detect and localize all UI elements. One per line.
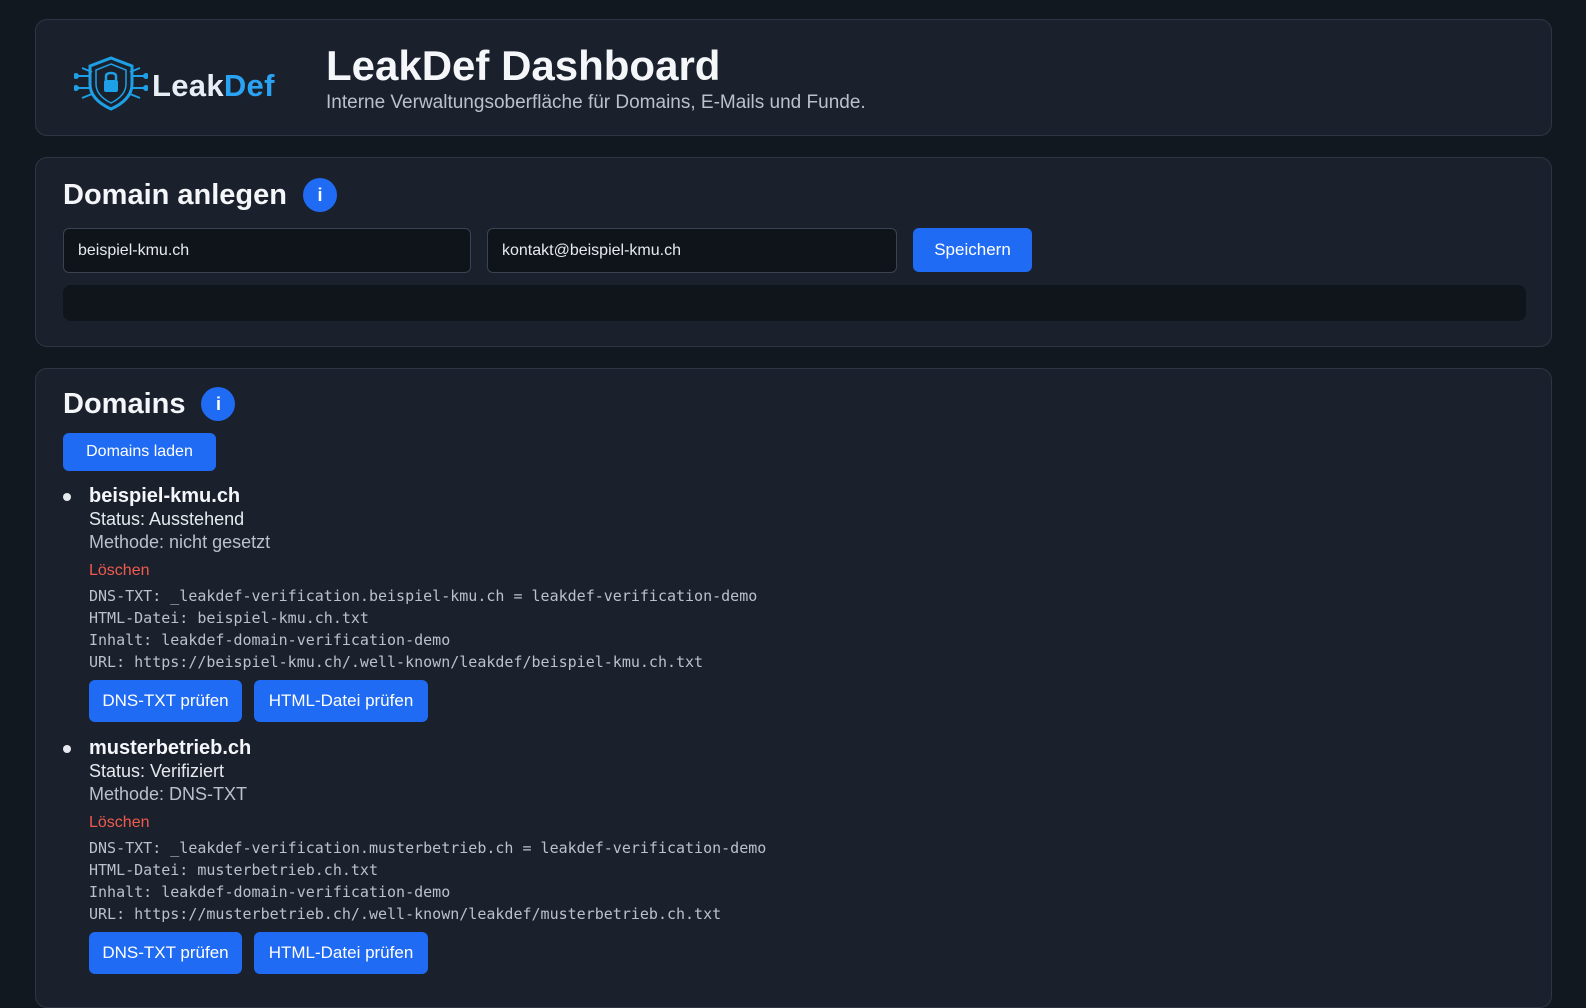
delete-link[interactable]: Löschen	[89, 562, 757, 585]
domain-input[interactable]	[63, 228, 471, 273]
domain-method: Methode: nicht gesetzt	[89, 532, 271, 552]
url-info: URL: https://beispiel-kmu.ch/.well-known…	[89, 653, 704, 671]
message-area	[63, 285, 1526, 321]
check-dns-txt-button[interactable]: DNS-TXT prüfen	[89, 680, 242, 722]
list-item: musterbetrieb.ch Status: Verifiziert Met…	[63, 737, 767, 976]
load-domains-button[interactable]: Domains laden	[63, 433, 216, 471]
domain-name: beispiel-kmu.ch	[89, 485, 241, 507]
logo-text-def: Def	[223, 67, 275, 103]
dns-txt-info: DNS-TXT: _leakdef-verification.beispiel-…	[89, 587, 758, 605]
url-info: URL: https://musterbetrieb.ch/.well-know…	[89, 905, 722, 923]
check-html-file-button[interactable]: HTML-Datei prüfen	[254, 680, 428, 722]
action-row: DNS-TXT prüfen HTML-Datei prüfen	[89, 932, 766, 976]
domain-method: Methode: DNS-TXT	[89, 784, 248, 804]
email-input[interactable]	[487, 228, 897, 273]
html-file-info: HTML-Datei: beispiel-kmu.ch.txt	[89, 609, 369, 627]
logo-text: LeakDef	[152, 68, 275, 104]
info-icon[interactable]: i	[201, 387, 236, 421]
html-file-info: HTML-Datei: musterbetrieb.ch.txt	[89, 861, 378, 879]
info-icon[interactable]: i	[303, 178, 337, 212]
content-info: Inhalt: leakdef-domain-verification-demo	[89, 883, 451, 901]
logo: LeakDef	[73, 54, 275, 117]
page-subtitle: Interne Verwaltungsoberfläche für Domain…	[326, 92, 866, 113]
bullet	[63, 493, 71, 501]
domain-name: musterbetrieb.ch	[89, 737, 252, 759]
create-domain-card: Domain anlegen i Speichern	[35, 157, 1552, 347]
save-button[interactable]: Speichern	[913, 228, 1032, 272]
list-item: beispiel-kmu.ch Status: Ausstehend Metho…	[63, 485, 758, 724]
page-title: LeakDef Dashboard	[326, 42, 721, 89]
domains-card: Domains i Domains laden beispiel-kmu.ch …	[35, 368, 1552, 1008]
header-card: LeakDef LeakDef Dashboard Interne Verwal…	[35, 19, 1552, 136]
shield-lock-icon	[73, 54, 149, 117]
bullet	[63, 745, 71, 753]
domains-heading: Domains i	[63, 387, 236, 421]
check-dns-txt-button[interactable]: DNS-TXT prüfen	[89, 932, 242, 974]
create-domain-title: Domain anlegen	[63, 178, 287, 211]
logo-text-leak: Leak	[152, 67, 224, 103]
dns-txt-info: DNS-TXT: _leakdef-verification.musterbet…	[89, 839, 767, 857]
domain-status: Status: Ausstehend	[89, 509, 245, 529]
domain-status: Status: Verifiziert	[89, 761, 225, 781]
delete-link[interactable]: Löschen	[89, 814, 766, 837]
action-row: DNS-TXT prüfen HTML-Datei prüfen	[89, 680, 757, 724]
content-info: Inhalt: leakdef-domain-verification-demo	[89, 631, 451, 649]
check-html-file-button[interactable]: HTML-Datei prüfen	[254, 932, 428, 974]
domains-title: Domains	[63, 387, 186, 420]
create-domain-heading: Domain anlegen i	[63, 178, 337, 212]
